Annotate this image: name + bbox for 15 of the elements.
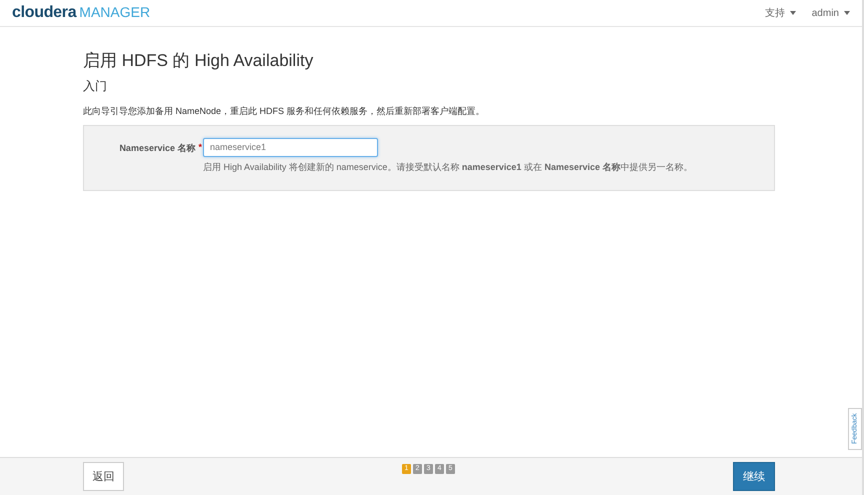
back-button[interactable]: 返回	[83, 462, 124, 491]
caret-icon	[844, 11, 850, 15]
caret-icon	[790, 11, 796, 15]
logo-brand: cloudera	[12, 4, 76, 22]
help-text: 启用 High Availability 将创建新的 nameservice。请接受默认名称 nameservice1 或在 Nameservice 名称中提供另一名称。	[203, 160, 692, 174]
section-title: 入门	[83, 78, 108, 95]
intro-text: 此向导引导您添加备用 NameNode，重启此 HDFS 服务和任何依赖服务，然后重新部署客户端配置。	[83, 105, 486, 118]
nameservice-field[interactable]: nameservice1	[203, 138, 378, 156]
field-label: Nameservice 名称	[119, 142, 196, 155]
logo-product: MANAGER	[79, 4, 150, 20]
page-title: 启用 HDFS 的 High Availability	[83, 50, 314, 72]
continue-button[interactable]: 继续	[733, 462, 775, 491]
required-mark: *	[198, 142, 202, 154]
nav-menu[interactable]: admin	[812, 6, 850, 20]
nav-menu[interactable]: 支持	[764, 6, 796, 20]
